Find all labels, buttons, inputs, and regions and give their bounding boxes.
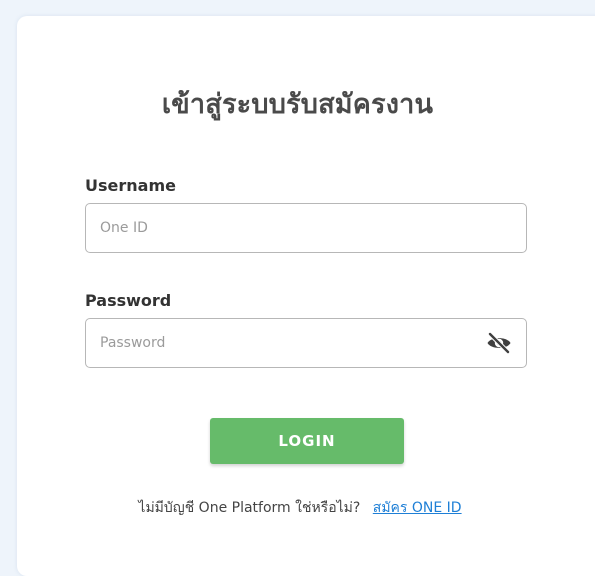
username-input[interactable] <box>100 204 460 252</box>
login-button[interactable]: LOGIN <box>210 418 404 464</box>
password-input[interactable] <box>100 319 460 367</box>
signup-link[interactable]: สมัคร ONE ID <box>373 500 462 516</box>
username-field-box <box>85 203 527 253</box>
eye-slash-icon[interactable] <box>486 331 512 355</box>
password-label: Password <box>85 291 172 310</box>
password-field-box <box>85 318 527 368</box>
username-label: Username <box>85 176 176 195</box>
page-title: เข้าสู่ระบบรับสมัครงาน <box>161 89 434 120</box>
signup-prompt: ไม่มีบัญชี One Platform ใช่หรือไม่? สมัค… <box>0 497 595 519</box>
no-account-text: ไม่มีบัญชี One Platform ใช่หรือไม่? <box>138 500 361 516</box>
